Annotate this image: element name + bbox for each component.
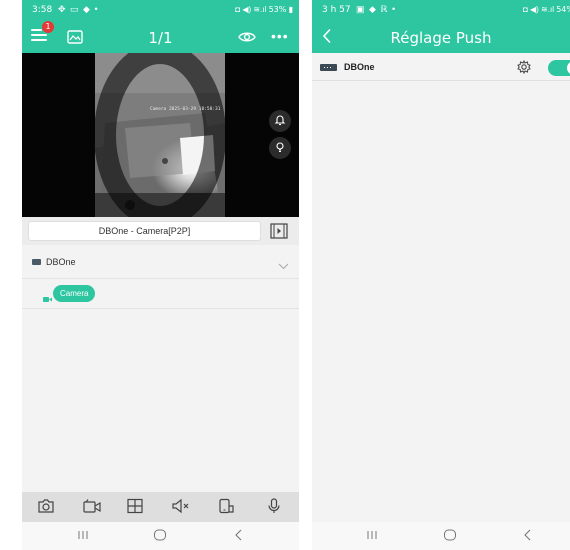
home-icon[interactable]: [443, 528, 457, 546]
more-options-icon[interactable]: •••: [271, 28, 289, 44]
device-list: DBOne Camera: [22, 245, 299, 492]
status-time: 3:58: [32, 5, 53, 15]
status-bar: 3:58 ✥ ▭ ◆ • ◘ ◀) ≋.ıl 53% ▮: [22, 0, 299, 20]
device-name: DBOne: [46, 257, 76, 267]
status-notification-icons: ▣ ◆ ℝ •: [356, 4, 397, 14]
status-bar: 3 h 57 ▣ ◆ ℝ • ◘ ◀) ≋.ıl 54%: [312, 0, 570, 20]
phone-icon[interactable]: [218, 498, 238, 516]
playback-film-icon[interactable]: [270, 223, 288, 244]
gear-icon[interactable]: [517, 59, 531, 79]
back-nav-icon[interactable]: [523, 528, 533, 546]
push-settings-screen: 3 h 57 ▣ ◆ ℝ • ◘ ◀) ≋.ıl 54% Réglage Pus…: [312, 0, 570, 550]
camera-icon[interactable]: [37, 498, 57, 516]
record-icon[interactable]: [82, 498, 102, 516]
device-icon: [320, 64, 337, 71]
push-device-row: DBOne: [312, 55, 570, 81]
grid-icon[interactable]: [126, 498, 146, 516]
eye-icon[interactable]: [238, 30, 256, 48]
push-settings-header: 3 h 57 ▣ ◆ ℝ • ◘ ◀) ≋.ıl 54% Réglage Pus…: [312, 0, 570, 53]
bottom-toolbar: [22, 492, 299, 522]
page-title: Réglage Push: [390, 29, 492, 47]
camera-channel-chip[interactable]: Camera: [53, 285, 96, 302]
camera-row[interactable]: Camera: [22, 279, 299, 309]
device-title-bar: DBOne - Camera[P2P]: [22, 217, 299, 245]
device-name: DBOne: [344, 62, 375, 72]
live-view-screen: 3:58 ✥ ▭ ◆ • ◘ ◀) ≋.ıl 53% ▮ 1 1/1 ••• C…: [22, 0, 299, 550]
status-notification-icons: ✥ ▭ ◆ •: [58, 4, 99, 14]
device-icon: [32, 259, 41, 265]
back-nav-icon[interactable]: [234, 528, 244, 546]
push-notification-toggle[interactable]: [548, 60, 570, 76]
home-icon[interactable]: [153, 528, 167, 546]
mute-icon[interactable]: [171, 498, 191, 516]
status-system-icons: ◘ ◀) ≋.ıl 54%: [523, 5, 570, 14]
recent-apps-icon[interactable]: [366, 528, 378, 546]
status-time: 3 h 57: [322, 5, 351, 15]
device-row-dbone[interactable]: DBOne: [22, 245, 299, 279]
recent-apps-icon[interactable]: [77, 528, 89, 546]
camera-timestamp-overlay: Camera 2025-03-29 18:58:31: [150, 107, 221, 112]
video-area[interactable]: Camera 2025-03-29 18:58:31: [22, 53, 299, 217]
battery-percentage: 54%: [556, 5, 570, 14]
alarm-bell-button[interactable]: [269, 110, 291, 132]
status-signal-icons: ◘ ◀) ≋.ıl: [235, 5, 267, 14]
microphone-icon[interactable]: [266, 498, 286, 516]
device-camera-title[interactable]: DBOne - Camera[P2P]: [28, 221, 261, 241]
light-bulb-button[interactable]: [269, 137, 291, 159]
camera-feed-image: [95, 53, 225, 217]
live-view-header: 3:58 ✥ ▭ ◆ • ◘ ◀) ≋.ıl 53% ▮ 1 1/1 •••: [22, 0, 299, 53]
battery-icon: ▮: [288, 5, 293, 14]
bell-icon: [274, 115, 286, 126]
status-system-icons: ◘ ◀) ≋.ıl 53% ▮: [235, 5, 293, 14]
screenshot-stage: 3:58 ✥ ▭ ◆ • ◘ ◀) ≋.ıl 53% ▮ 1 1/1 ••• C…: [0, 0, 570, 550]
video-camera-icon: [43, 290, 52, 308]
system-nav-bar: [312, 522, 570, 550]
chevron-down-icon[interactable]: [278, 257, 289, 275]
battery-percentage: 53%: [268, 5, 287, 14]
page-indicator: 1/1: [148, 29, 173, 47]
system-nav-bar: [22, 522, 299, 550]
status-signal-icons: ◘ ◀) ≋.ıl: [522, 5, 554, 14]
lightbulb-icon: [276, 142, 284, 153]
